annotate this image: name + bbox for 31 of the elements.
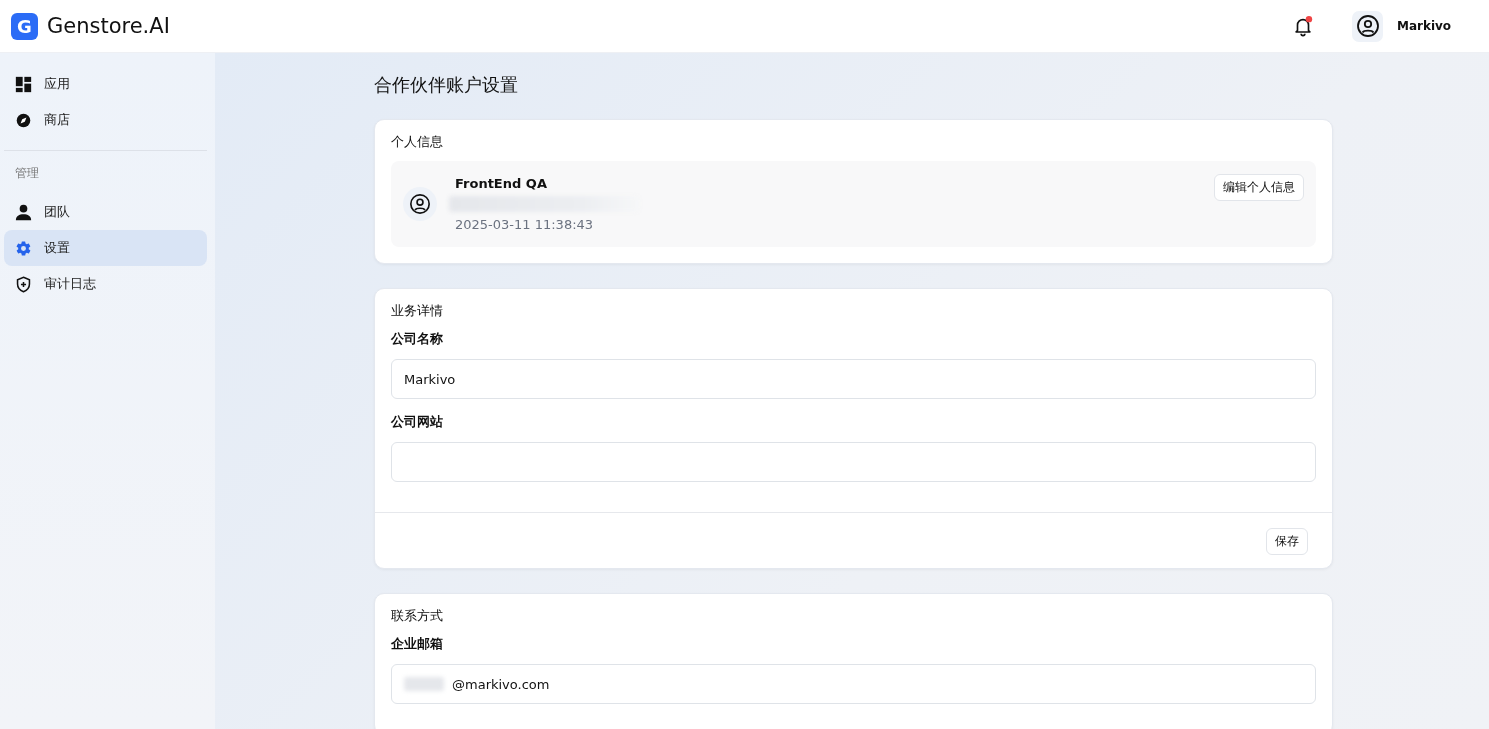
save-button[interactable]: 保存 bbox=[1266, 528, 1308, 555]
grid-icon bbox=[15, 75, 32, 93]
sidebar-item[interactable]: 团队 bbox=[4, 194, 207, 230]
logo-icon: G bbox=[11, 12, 38, 40]
field-label: 企业邮箱 bbox=[391, 635, 444, 653]
field-label: 公司网站 bbox=[391, 413, 444, 431]
sidebar-item[interactable]: 审计日志 bbox=[4, 266, 207, 302]
edit-profile-button[interactable]: 编辑个人信息 bbox=[1214, 174, 1304, 201]
sidebar-section-label: 管理 bbox=[14, 165, 40, 182]
settings-icon bbox=[15, 239, 32, 257]
notification-bell-icon[interactable] bbox=[1292, 15, 1314, 37]
compass-icon bbox=[15, 111, 32, 129]
sidebar-item[interactable]: 应用 bbox=[4, 66, 207, 102]
input-field[interactable]: @markivo.com bbox=[391, 664, 1316, 704]
brand-name: Genstore.AI bbox=[47, 14, 170, 38]
input-field[interactable] bbox=[391, 442, 1316, 482]
sidebar-item[interactable]: 商店 bbox=[4, 102, 207, 138]
user-name: Markivo bbox=[1397, 19, 1453, 33]
person-icon bbox=[15, 203, 32, 221]
card-title: 业务详情 bbox=[391, 302, 444, 320]
shield-icon bbox=[15, 275, 32, 293]
card-title: 联系方式 bbox=[391, 607, 444, 625]
card-title: 个人信息 bbox=[391, 133, 444, 151]
user-avatar-icon bbox=[403, 187, 437, 221]
profile-timestamp: 2025-03-11 11:38:43 bbox=[455, 217, 595, 232]
input-field[interactable]: Markivo bbox=[391, 359, 1316, 399]
field-label: 公司名称 bbox=[391, 330, 444, 348]
user-avatar-icon[interactable] bbox=[1352, 10, 1383, 42]
page-title: 合作伙伴账户设置 bbox=[374, 73, 519, 97]
profile-name: FrontEnd QA bbox=[455, 176, 548, 191]
sidebar-item[interactable]: 设置 bbox=[4, 230, 207, 266]
